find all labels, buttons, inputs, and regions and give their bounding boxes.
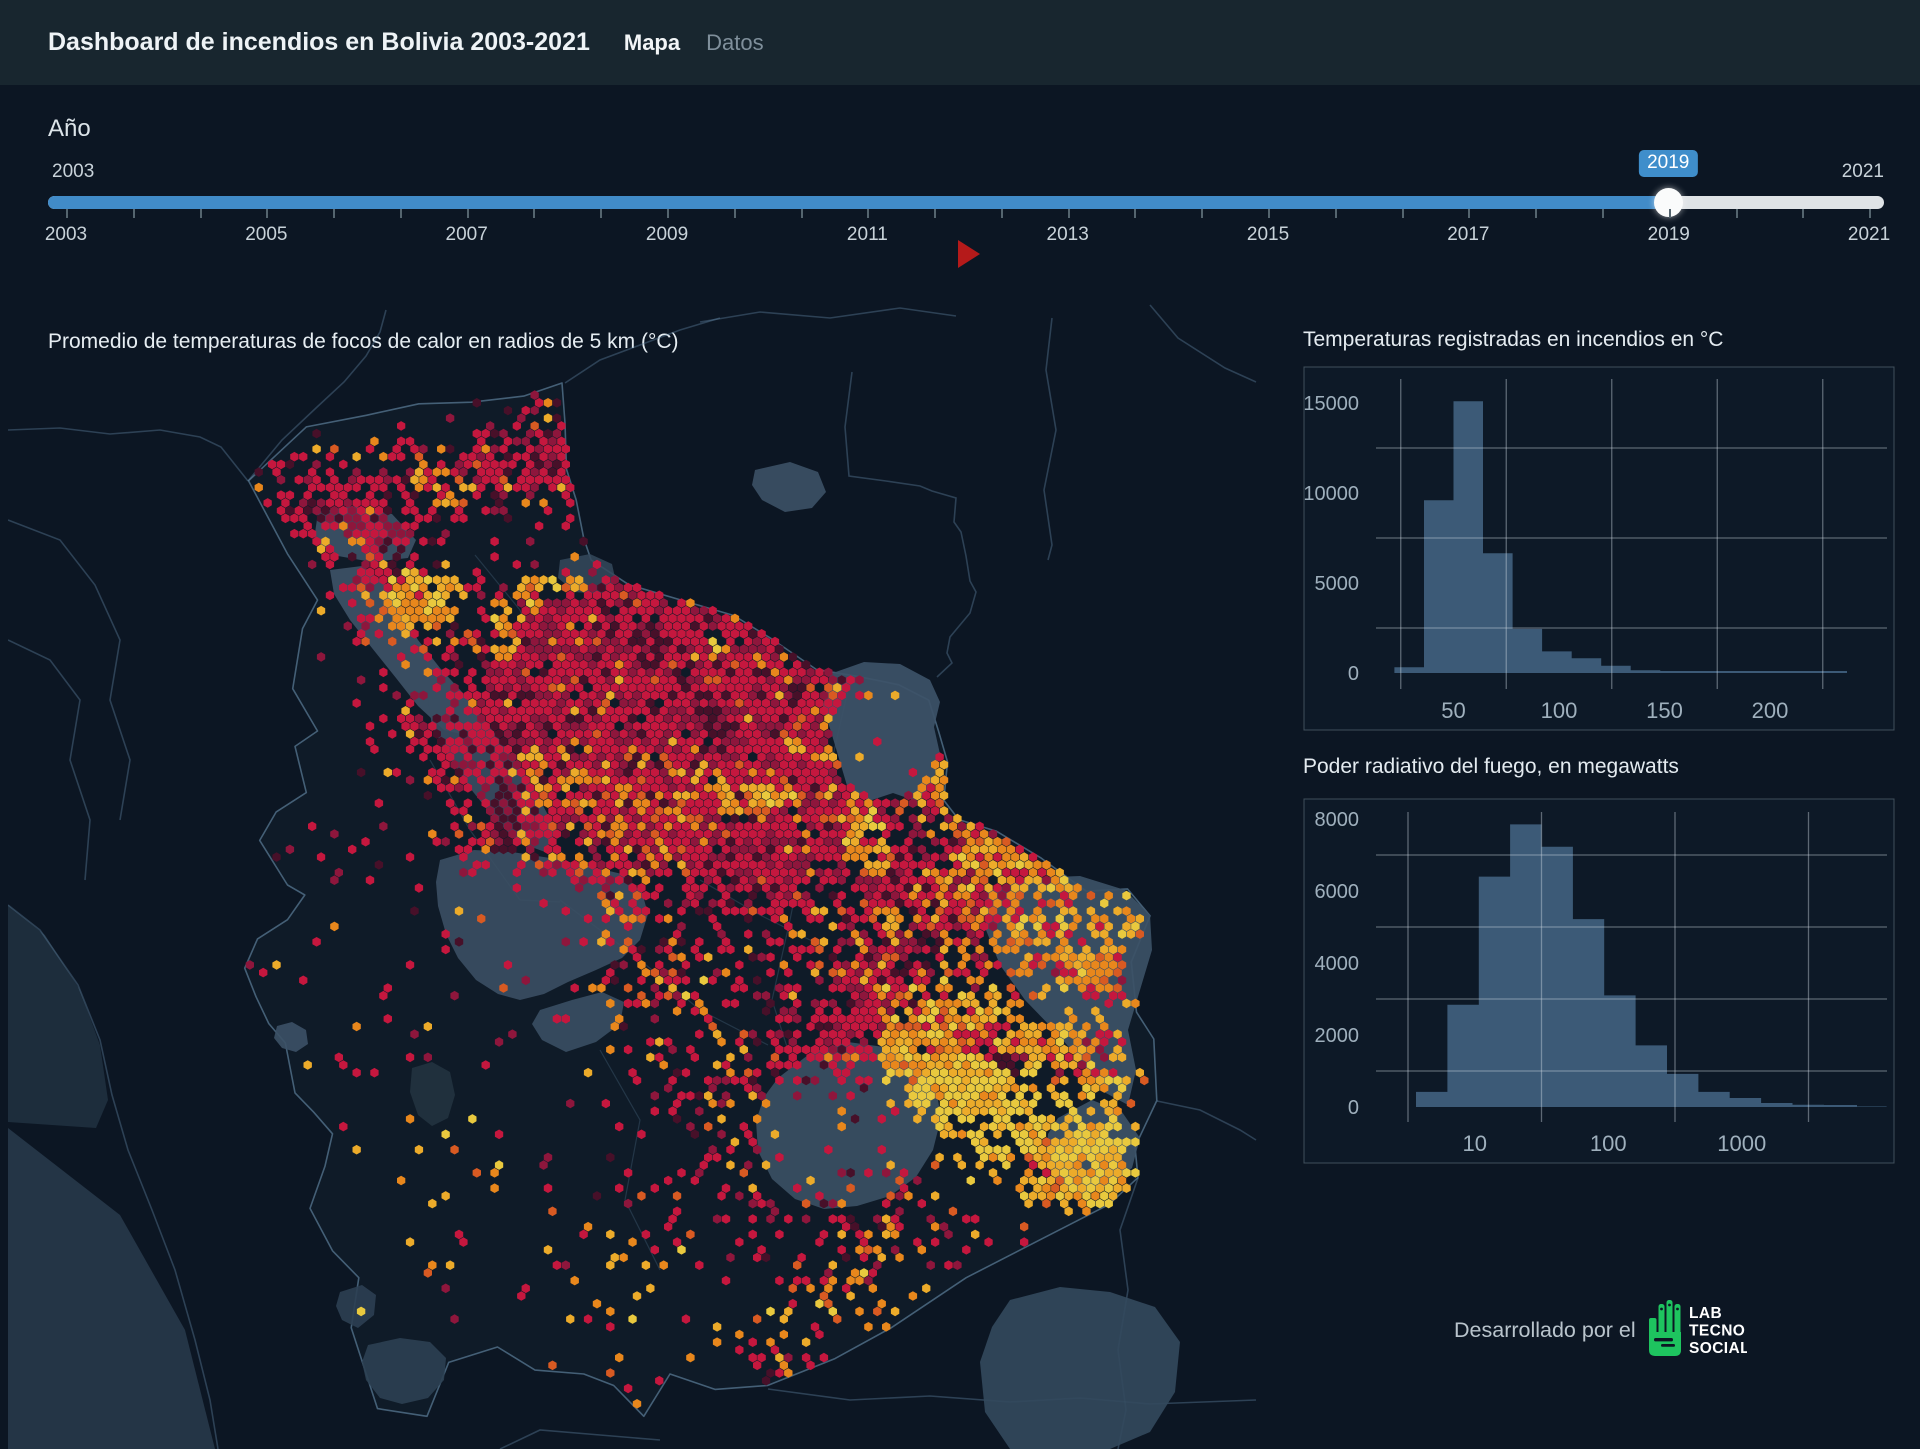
- y-axis-label: 8000: [1315, 809, 1360, 831]
- slider-tick: [867, 209, 869, 218]
- y-axis-label: 0: [1348, 1097, 1359, 1119]
- y-axis-label: 15000: [1303, 393, 1359, 415]
- slider-year-label: 2009: [646, 224, 688, 246]
- y-axis-label: 2000: [1315, 1025, 1360, 1047]
- neighbor-border-line: [8, 640, 90, 880]
- header-bar: Dashboard de incendios en Bolivia 2003-2…: [0, 0, 1920, 85]
- x-axis-label: 50: [1441, 698, 1465, 723]
- slider-year-label: 2011: [847, 224, 888, 246]
- slider-tick: [667, 209, 669, 218]
- x-axis-label: 100: [1541, 698, 1578, 723]
- slider-year-label: 2003: [45, 224, 87, 246]
- x-axis-label: 200: [1752, 698, 1789, 723]
- slider-tick: [1201, 209, 1203, 218]
- slider-year-label: 2017: [1447, 224, 1489, 246]
- y-axis-label: 0: [1348, 663, 1359, 685]
- slider-tick: [934, 209, 936, 218]
- slider-tick: [467, 209, 469, 218]
- y-axis-label: 4000: [1315, 953, 1360, 975]
- slider-tick: [734, 209, 736, 218]
- tab-mapa[interactable]: Mapa: [624, 30, 680, 56]
- neighbor-border-line: [1150, 305, 1256, 382]
- slider-tick: [1602, 209, 1604, 218]
- neighbor-border-line: [1157, 1101, 1256, 1140]
- hand-icon: [1649, 1300, 1681, 1356]
- slider-tick: [1134, 209, 1136, 218]
- bolivia-hexbin-map[interactable]: [8, 300, 1260, 1449]
- slider-tick: [1268, 209, 1270, 218]
- slider-tick: [801, 209, 803, 218]
- neighbor-border-line: [8, 520, 130, 820]
- page-title: Dashboard de incendios en Bolivia 2003-2…: [48, 28, 590, 57]
- year-slider-rail[interactable]: 2019: [48, 196, 1884, 209]
- x-axis-label: 150: [1646, 698, 1683, 723]
- land-patch: [980, 1287, 1180, 1449]
- slider-tick: [200, 209, 202, 218]
- year-slider-min-label: 2003: [52, 161, 94, 183]
- tab-bar: Mapa Datos: [624, 30, 764, 56]
- year-slider-track-fill: [48, 196, 1669, 209]
- slider-tick: [333, 209, 335, 218]
- y-axis-label: 5000: [1315, 573, 1360, 595]
- y-axis-label: 10000: [1303, 483, 1359, 505]
- slider-tick: [266, 209, 268, 218]
- slider-tick: [133, 209, 135, 218]
- slider-year-label: 2019: [1648, 224, 1690, 246]
- year-slider-tooltip: 2019: [1639, 150, 1697, 177]
- x-axis-label: 100: [1590, 1131, 1627, 1156]
- neighbor-border-line: [845, 372, 976, 677]
- ocean-area: [8, 905, 108, 1128]
- neighbor-border-line: [565, 318, 720, 383]
- x-axis-label: 10: [1463, 1131, 1487, 1156]
- chart-panel: [1304, 367, 1894, 730]
- x-axis-label: 1000: [1717, 1131, 1766, 1156]
- slider-year-label: 2007: [446, 224, 488, 246]
- neighbor-border-line: [1044, 318, 1056, 560]
- y-axis-label: 6000: [1315, 881, 1360, 903]
- slider-year-label: 2005: [245, 224, 287, 246]
- slider-year-label: 2021: [1848, 224, 1890, 246]
- slider-tick: [1669, 209, 1671, 218]
- slider-tick: [533, 209, 535, 218]
- tab-datos[interactable]: Datos: [706, 30, 763, 56]
- slider-tick: [1802, 209, 1804, 218]
- slider-tick: [600, 209, 602, 218]
- slider-tick: [1402, 209, 1404, 218]
- slider-year-label: 2015: [1247, 224, 1289, 246]
- logo-text-line: TECNO: [1689, 1323, 1745, 1340]
- neighbor-border-line: [500, 1430, 660, 1449]
- neighbor-border-line: [8, 428, 248, 481]
- dashboard-root: Dashboard de incendios en Bolivia 2003-2…: [0, 0, 1920, 1449]
- ocean-area: [8, 1128, 215, 1449]
- slider-tick: [1468, 209, 1470, 218]
- logo-text-line: SOCIAL: [1689, 1340, 1747, 1357]
- slider-tick: [400, 209, 402, 218]
- slider-tick: [1335, 209, 1337, 218]
- land-patch: [752, 462, 826, 512]
- play-button[interactable]: [958, 240, 980, 268]
- slider-tick: [1869, 209, 1871, 218]
- logo-text-line: LAB: [1689, 1305, 1722, 1322]
- slider-tick: [1736, 209, 1738, 218]
- year-slider-max-label: 2021: [1842, 161, 1884, 183]
- footer-credit: Desarrollado por el LABTECNOSOCIAL: [1454, 1298, 1747, 1362]
- slider-tick: [1535, 209, 1537, 218]
- slider-tick: [1001, 209, 1003, 218]
- year-slider-label: Año: [48, 115, 91, 143]
- lab-tecno-social-logo[interactable]: LABTECNOSOCIAL: [1645, 1298, 1747, 1362]
- slider-tick: [1068, 209, 1070, 218]
- slider-tick: [66, 209, 68, 218]
- neighbor-border-line: [700, 308, 956, 322]
- footer-text: Desarrollado por el: [1454, 1318, 1636, 1343]
- histogram-charts: 0500010000150005010015020002000400060008…: [1290, 340, 1910, 1180]
- slider-year-label: 2013: [1047, 224, 1089, 246]
